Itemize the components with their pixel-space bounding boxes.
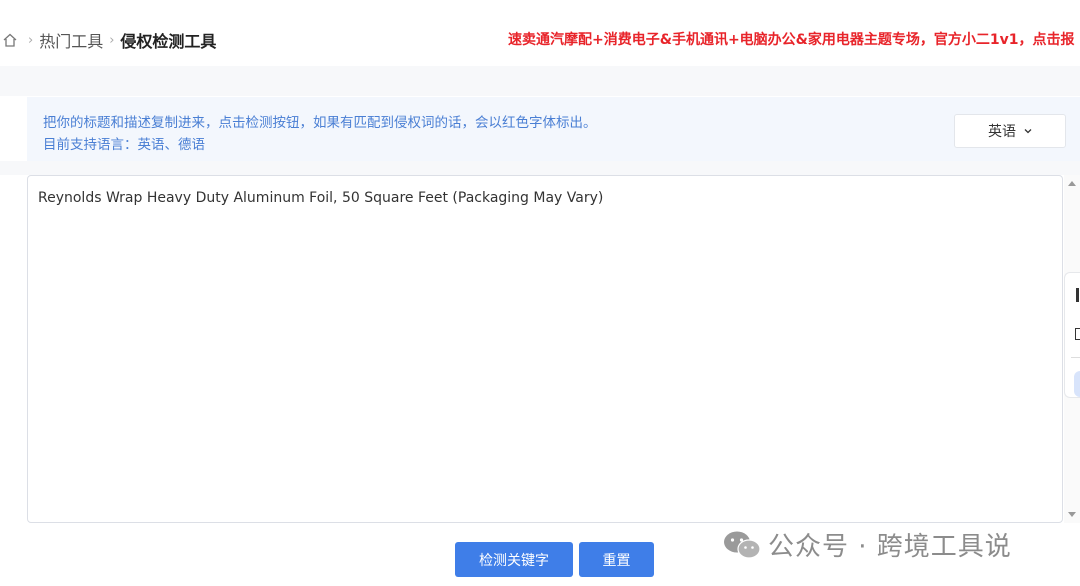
- toolbar-glyph: [1075, 328, 1080, 340]
- text-editor: Reynolds Wrap Heavy Duty Aluminum Foil, …: [27, 175, 1063, 523]
- chevron-down-icon: [1024, 129, 1032, 134]
- promo-banner[interactable]: 速卖通汽摩配+消费电子&手机通讯+电脑办公&家用电器主题专场，官方小二1v1，点…: [508, 29, 1075, 49]
- breadcrumb-item-current: 侵权检测工具: [120, 32, 217, 51]
- breadcrumb: › 热门工具 › 侵权检测工具: [2, 28, 216, 52]
- scroll-down-icon[interactable]: [1068, 512, 1076, 517]
- toolbar-divider: [1071, 357, 1080, 358]
- language-select-value: 英语: [988, 124, 1016, 140]
- language-select[interactable]: 英语: [954, 114, 1066, 148]
- detect-keywords-button[interactable]: 检测关键字: [455, 542, 573, 577]
- info-panel: 把你的标题和描述复制进来，点击检测按钮，如果有匹配到侵权词的话，会以红色字体标出…: [27, 97, 1080, 161]
- watermark: 公众号 · 跨境工具说: [722, 526, 1012, 563]
- info-supported-languages: 目前支持语言：英语、德语: [43, 137, 205, 153]
- reset-button[interactable]: 重置: [579, 542, 654, 577]
- info-instruction: 把你的标题和描述复制进来，点击检测按钮，如果有匹配到侵权词的话，会以红色字体标出…: [43, 115, 597, 131]
- breadcrumb-item-hot-tools[interactable]: 热门工具: [39, 28, 103, 52]
- scroll-up-icon[interactable]: [1068, 181, 1076, 186]
- spacer: [0, 66, 1080, 96]
- toolbar-avatar[interactable]: [1074, 371, 1080, 397]
- title-description-input[interactable]: Reynolds Wrap Heavy Duty Aluminum Foil, …: [28, 176, 1062, 522]
- spacer: [0, 161, 1080, 175]
- chevron-right-icon: ›: [109, 32, 115, 48]
- watermark-text: 公众号 · 跨境工具说: [768, 532, 1012, 562]
- floating-side-toolbar[interactable]: [1064, 272, 1080, 398]
- home-icon[interactable]: [2, 32, 18, 48]
- toolbar-glyph: [1076, 288, 1079, 302]
- top-bar: › 热门工具 › 侵权检测工具 速卖通汽摩配+消费电子&手机通讯+电脑办公&家用…: [0, 0, 1080, 66]
- wechat-icon: [724, 531, 761, 559]
- chevron-right-icon: ›: [28, 32, 34, 48]
